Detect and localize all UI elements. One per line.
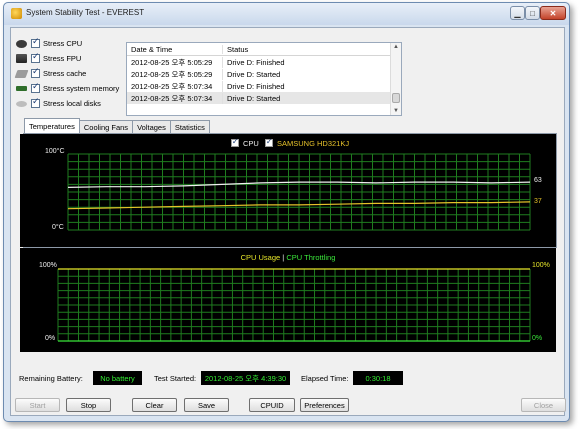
start-button[interactable]: Start xyxy=(15,398,60,412)
cpu-icon xyxy=(16,39,27,48)
maximize-icon: □ xyxy=(530,8,535,18)
stress-cache-option[interactable]: Stress cache xyxy=(14,66,119,81)
tab-voltages[interactable]: Voltages xyxy=(132,120,171,133)
app-window: System Stability Test - EVEREST ▁ □ ✕ St… xyxy=(3,2,570,422)
close-window-button[interactable]: ✕ xyxy=(540,6,566,20)
stress-disks-label: Stress local disks xyxy=(43,99,101,108)
log-row-time: 2012-08-25 오후 5:07:34 xyxy=(127,80,223,92)
stress-memory-checkbox[interactable] xyxy=(31,82,40,93)
temperature-legend: CPU SAMSUNG HD321KJ xyxy=(20,137,556,148)
client-area: Stress CPU Stress FPU Stress cache Stres… xyxy=(10,27,566,416)
test-started-label: Test Started: xyxy=(154,374,197,383)
legend-cpu-label: CPU xyxy=(242,138,259,148)
close-button[interactable]: Close xyxy=(521,398,566,412)
log-header: Date & Time Status xyxy=(127,43,401,56)
stress-memory-option[interactable]: Stress system memory xyxy=(16,81,119,96)
log-row-status: Drive D: Finished xyxy=(227,81,285,91)
tab-cooling-fans[interactable]: Cooling Fans xyxy=(78,120,134,133)
log-list[interactable]: Date & Time Status 2012-08-25 오후 5:05:29… xyxy=(126,42,402,116)
log-row-time: 2012-08-25 오후 5:05:29 xyxy=(127,56,223,68)
tab-statistics[interactable]: Statistics xyxy=(169,120,210,133)
cpu-usage-right-max-label: 100% xyxy=(532,262,550,269)
test-started-value: 2012-08-25 오후 4:39:30 xyxy=(201,371,290,385)
log-scrollbar[interactable]: ▲ ▼ xyxy=(390,43,401,115)
disk-temp-end-label: 37 xyxy=(534,198,542,205)
scroll-down-icon[interactable]: ▼ xyxy=(393,108,399,114)
cpu-series-checkbox[interactable] xyxy=(230,137,239,148)
legend-separator: | xyxy=(282,252,285,262)
fpu-icon xyxy=(16,54,27,63)
log-row[interactable]: 2012-08-25 오후 5:07:34 Drive D: Started xyxy=(127,92,401,104)
log-row-status: Drive D: Started xyxy=(227,93,281,103)
throttling-right-min-label: 0% xyxy=(532,335,543,342)
clear-button[interactable]: Clear xyxy=(132,398,177,412)
close-icon: ✕ xyxy=(549,8,557,18)
log-row-time: 2012-08-25 오후 5:05:29 xyxy=(127,68,223,80)
log-row-time: 2012-08-25 오후 5:07:34 xyxy=(127,92,223,104)
log-row-status: Drive D: Finished xyxy=(227,57,285,67)
stop-button[interactable]: Stop xyxy=(66,398,111,412)
stress-fpu-checkbox[interactable] xyxy=(31,52,40,63)
memory-icon xyxy=(16,86,27,91)
legend-disk-label: SAMSUNG HD321KJ xyxy=(277,138,350,148)
scroll-thumb[interactable] xyxy=(392,93,400,103)
stress-disks-checkbox[interactable] xyxy=(31,97,40,108)
log-row[interactable]: 2012-08-25 오후 5:05:29 Drive D: Finished xyxy=(127,56,401,68)
legend-cpu-usage-label: CPU Usage xyxy=(240,252,281,262)
preferences-button[interactable]: Preferences xyxy=(300,398,349,412)
cpu-usage-chart-plot xyxy=(57,268,531,342)
temperature-chart: CPU SAMSUNG HD321KJ 100°C 0°C 63 37 xyxy=(20,134,556,247)
battery-label: Remaining Battery: xyxy=(19,374,83,383)
battery-value: No battery xyxy=(93,371,142,385)
log-header-datetime[interactable]: Date & Time xyxy=(127,44,223,54)
stress-disks-option[interactable]: Stress local disks xyxy=(16,96,119,111)
log-row-status: Drive D: Started xyxy=(227,69,281,79)
scroll-up-icon[interactable]: ▲ xyxy=(393,44,399,50)
title-bar[interactable]: System Stability Test - EVEREST ▁ □ ✕ xyxy=(4,3,569,25)
log-row[interactable]: 2012-08-25 오후 5:07:34 Drive D: Finished xyxy=(127,80,401,92)
minimize-icon: ▁ xyxy=(514,8,521,18)
elapsed-time-value: 0:30:18 xyxy=(353,371,403,385)
temp-y-max-label: 100°C xyxy=(45,148,65,155)
cpu-temp-end-label: 63 xyxy=(534,177,542,184)
log-row[interactable]: 2012-08-25 오후 5:05:29 Drive D: Started xyxy=(127,68,401,80)
cpu-y-max-label: 100% xyxy=(39,262,57,269)
cpu-y-min-label: 0% xyxy=(45,335,56,342)
stress-fpu-label: Stress FPU xyxy=(43,54,82,63)
cpu-usage-chart: CPU Usage | CPU Throttling 100% 0% 100% … xyxy=(20,248,556,352)
window-title: System Stability Test - EVEREST xyxy=(26,8,145,17)
elapsed-time-label: Elapsed Time: xyxy=(301,374,349,383)
stress-cpu-checkbox[interactable] xyxy=(31,37,40,48)
legend-cpu-throttling-label: CPU Throttling xyxy=(286,252,336,262)
everest-app-icon xyxy=(11,8,22,19)
disk-icon xyxy=(16,100,27,107)
stress-memory-label: Stress system memory xyxy=(43,84,120,93)
temperature-chart-plot xyxy=(67,153,531,231)
tab-temperatures[interactable]: Temperatures xyxy=(24,118,80,133)
cpuid-button[interactable]: CPUID xyxy=(249,398,295,412)
stress-cache-checkbox[interactable] xyxy=(31,67,40,78)
log-header-status[interactable]: Status xyxy=(223,45,389,54)
cache-icon xyxy=(14,69,29,78)
temp-y-min-label: 0°C xyxy=(52,224,64,231)
sensor-tabs: Temperatures Cooling Fans Voltages Stati… xyxy=(24,118,210,133)
disk-series-checkbox[interactable] xyxy=(264,137,273,148)
minimize-button[interactable]: ▁ xyxy=(510,6,525,20)
stress-fpu-option[interactable]: Stress FPU xyxy=(16,51,119,66)
stress-cache-label: Stress cache xyxy=(43,69,87,78)
stress-options: Stress CPU Stress FPU Stress cache Stres… xyxy=(14,36,119,111)
save-button[interactable]: Save xyxy=(184,398,229,412)
stress-cpu-option[interactable]: Stress CPU xyxy=(16,36,119,51)
maximize-button[interactable]: □ xyxy=(525,6,540,20)
stress-cpu-label: Stress CPU xyxy=(43,39,83,48)
cpu-usage-legend: CPU Usage | CPU Throttling xyxy=(20,252,556,262)
